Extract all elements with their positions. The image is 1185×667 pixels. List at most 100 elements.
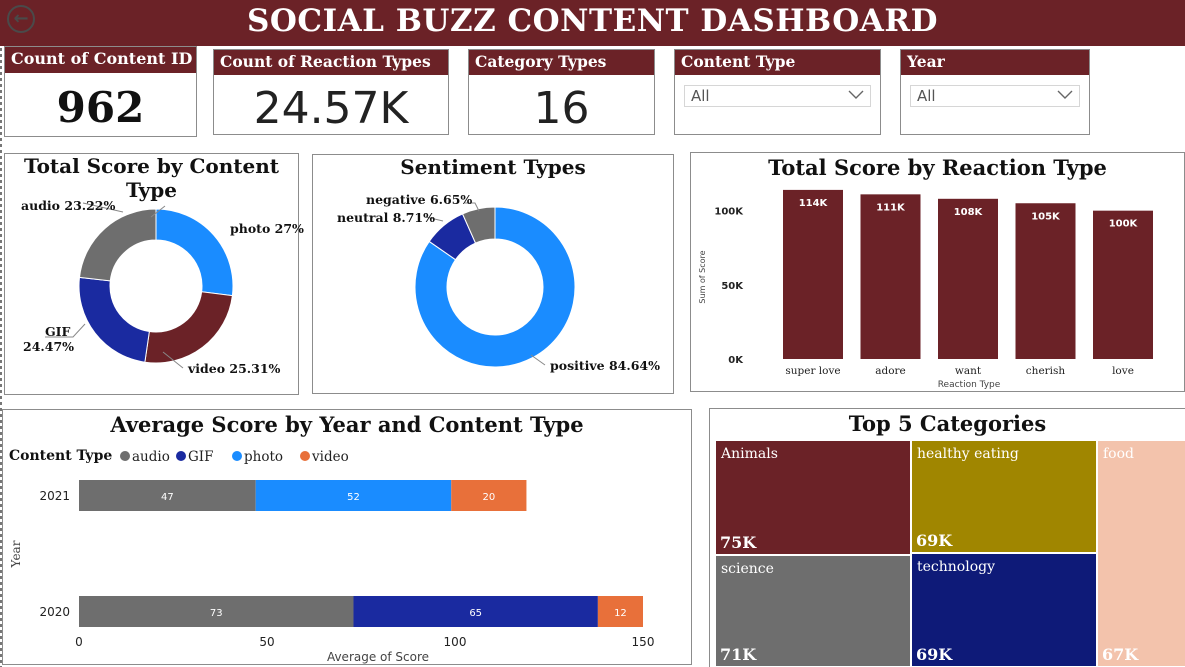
legend-label: video	[311, 449, 349, 465]
segment-data-label: 73	[210, 608, 223, 619]
column-data-label: 105K	[1031, 211, 1061, 222]
column-data-label: 108K	[954, 207, 984, 218]
treemap-tile-food[interactable]: food 67K	[1097, 440, 1185, 667]
slicer-label: Year	[901, 50, 1089, 75]
segment-data-label: 65	[469, 608, 482, 619]
panel-top-categories-treemap: Top 5 Categories Animals 75K science 71K…	[709, 408, 1185, 667]
treemap-tile-technology[interactable]: technology 69K	[911, 553, 1097, 667]
tile-name: science	[721, 561, 774, 577]
content-type-dropdown[interactable]: All	[684, 85, 871, 107]
panel-year-stacked-bar: Average Score by Year and Content Type C…	[2, 409, 692, 665]
kpi-card-reaction-types: Count of Reaction Types 24.57K	[213, 49, 449, 135]
slice-label-gif: GIF	[45, 324, 71, 339]
y-tick-label: 0K	[728, 355, 744, 366]
column-bar-love[interactable]	[1093, 210, 1153, 359]
kpi-card-category-types: Category Types 16	[468, 49, 655, 135]
x-tick-label: 50	[259, 635, 274, 649]
slice-label-video: video 25.31%	[188, 361, 281, 376]
kpi-label: Count of Content ID	[5, 47, 196, 73]
x-category-label: love	[1112, 365, 1134, 377]
kpi-label: Category Types	[469, 50, 654, 75]
slicer-label: Content Type	[675, 50, 880, 75]
slicer-content-type: Content Type All	[674, 49, 881, 135]
dropdown-value: All	[691, 87, 710, 105]
kpi-value: 16	[533, 83, 590, 134]
donut-slice-video[interactable]	[144, 291, 233, 364]
dropdown-value: All	[917, 87, 936, 105]
treemap-tile-healthy-eating[interactable]: healthy eating 69K	[911, 440, 1097, 553]
x-axis-title: Average of Score	[327, 650, 429, 664]
legend-marker-video	[300, 451, 310, 461]
kpi-value: 962	[56, 83, 145, 132]
x-axis-title: Reaction Type	[938, 380, 1001, 390]
tile-value: 67K	[1102, 645, 1139, 664]
tile-value: 71K	[720, 645, 757, 664]
donut-slice-gif[interactable]	[78, 276, 150, 363]
x-category-label: super love	[785, 365, 840, 377]
slice-label-negative: negative 6.65%	[366, 192, 473, 207]
y-category-label: 2020	[39, 605, 70, 619]
legend-label: photo	[244, 449, 283, 465]
segment-data-label: 20	[482, 492, 495, 503]
column-data-label: 100K	[1109, 219, 1139, 230]
content-type-donut-chart	[45, 202, 234, 369]
slice-label-photo: photo 27%	[230, 221, 304, 236]
title-bar: ← SOCIAL BUZZ CONTENT DASHBOARD	[0, 0, 1185, 46]
slice-label-neutral: neutral 8.71%	[337, 210, 436, 225]
segment-data-label: 12	[614, 608, 627, 619]
chevron-down-icon	[848, 90, 864, 99]
panel-content-type-donut: Total Score by Content Type audio 23.22%…	[4, 153, 304, 395]
column-data-label: 111K	[876, 202, 906, 213]
donut-slice-photo[interactable]	[155, 208, 234, 297]
donut-slice-audio[interactable]	[78, 208, 157, 282]
reaction-column-chart: 0K 50K 100K 114K super love 111K adore 108K want…	[698, 189, 1153, 390]
column-bar-adore[interactable]	[860, 194, 921, 359]
column-bar-want[interactable]	[938, 198, 998, 359]
y-tick-label: 50K	[721, 281, 744, 292]
chevron-down-icon	[1057, 90, 1073, 99]
dashboard-title: SOCIAL BUZZ CONTENT DASHBOARD	[247, 3, 938, 39]
y-tick-label: 100K	[714, 207, 744, 218]
tile-name: healthy eating	[917, 446, 1019, 462]
slicer-year: Year All	[900, 49, 1090, 135]
year-stacked-bar-chart: Content Type audio GIF photo video 2021 47 52…	[9, 448, 655, 664]
slice-label-gif-pct: 24.47%	[23, 339, 75, 354]
x-category-label: adore	[875, 365, 906, 377]
y-category-label: 2021	[39, 489, 70, 503]
tile-name: technology	[917, 559, 995, 575]
y-axis-title: Sum of Score	[698, 250, 707, 303]
y-axis-title: Year	[9, 540, 23, 568]
legend-title: Content Type	[9, 448, 112, 464]
tile-name: food	[1103, 446, 1135, 462]
kpi-label: Count of Reaction Types	[214, 50, 448, 75]
column-bar-super-love[interactable]	[783, 189, 843, 359]
tile-name: Animals	[721, 446, 778, 462]
panel-reaction-column-chart: Total Score by Reaction Type 0K 50K 100K 11…	[690, 152, 1185, 392]
legend-marker-audio	[120, 451, 130, 461]
chart-title: Top 5 Categories	[848, 411, 1047, 436]
year-dropdown[interactable]: All	[910, 85, 1080, 107]
column-bar-cherish[interactable]	[1015, 203, 1076, 359]
column-data-label: 114K	[799, 198, 829, 209]
treemap-tile-science[interactable]: science 71K	[715, 555, 911, 667]
tile-value: 69K	[916, 645, 953, 664]
x-tick-label: 0	[75, 635, 83, 649]
legend-marker-gif	[176, 451, 186, 461]
kpi-value: 24.57K	[253, 83, 409, 134]
x-category-label: cherish	[1026, 365, 1066, 377]
slice-label-positive: positive 84.64%	[550, 358, 660, 373]
slice-label-audio: audio 23.22%	[21, 198, 116, 213]
kpi-card-content-count: Count of Content ID 962	[4, 46, 197, 137]
panel-sentiment-donut: Sentiment Types negative 6.65% neutral 8…	[312, 154, 674, 394]
segment-data-label: 47	[161, 492, 174, 503]
x-category-label: want	[955, 365, 982, 377]
legend-label: audio	[132, 449, 170, 465]
treemap-tile-animals[interactable]: Animals 75K	[715, 440, 911, 555]
tile-value: 75K	[720, 533, 757, 552]
x-tick-label: 150	[632, 635, 655, 649]
legend-label: GIF	[188, 449, 213, 465]
tile-value: 69K	[916, 531, 953, 550]
x-tick-label: 100	[444, 635, 467, 649]
segment-data-label: 52	[347, 492, 360, 503]
legend-marker-photo	[232, 451, 242, 461]
